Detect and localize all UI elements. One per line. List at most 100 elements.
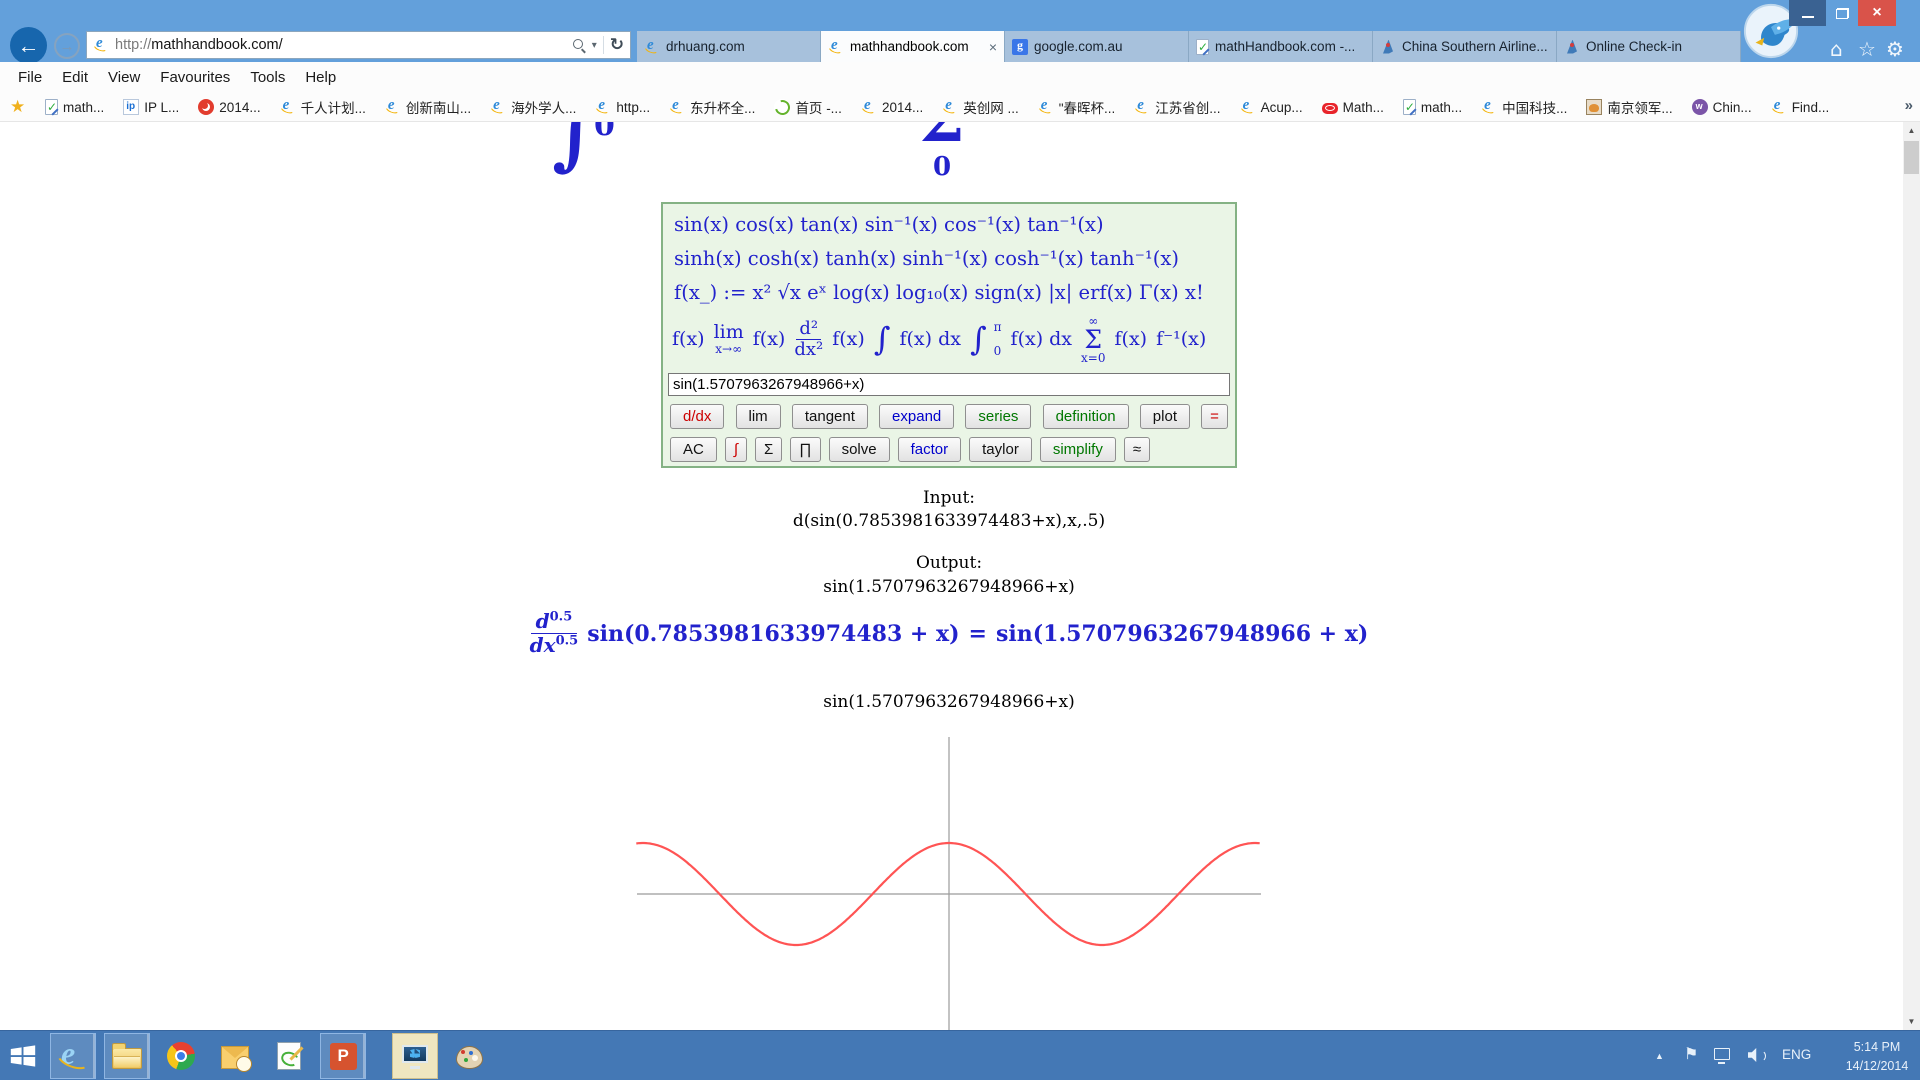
network-icon[interactable] bbox=[1714, 1048, 1730, 1060]
chevron-down-icon[interactable]: ▾ bbox=[592, 40, 597, 51]
search-icon[interactable] bbox=[573, 39, 586, 52]
taskbar-notepad-plus-plus[interactable] bbox=[266, 1033, 312, 1079]
menu-view[interactable]: View bbox=[98, 69, 150, 86]
speaker-icon[interactable] bbox=[1748, 1048, 1766, 1062]
tangent-button[interactable]: tangent bbox=[792, 404, 868, 429]
url-host: mathhandbook.com/ bbox=[151, 37, 282, 53]
airline-icon bbox=[1564, 39, 1580, 55]
address-bar[interactable]: http://mathhandbook.com/ ▾ ↻ bbox=[86, 31, 631, 59]
url-text[interactable]: http://mathhandbook.com/ bbox=[115, 37, 567, 53]
taskbar-file-explorer[interactable] bbox=[104, 1033, 150, 1079]
tab-drhuang-com[interactable]: drhuang.com bbox=[637, 31, 821, 62]
favorites-bar-item[interactable]: 江苏省创... bbox=[1134, 97, 1220, 117]
fx-term: f(x) bbox=[1115, 328, 1148, 350]
favorites-bar-item[interactable]: 英创网 ... bbox=[942, 97, 1019, 117]
menu-tools[interactable]: Tools bbox=[240, 69, 295, 86]
favorites-bar-item[interactable]: 首页 -... bbox=[774, 97, 842, 117]
expand-button[interactable]: expand bbox=[879, 404, 954, 429]
scrollbar-thumb[interactable] bbox=[1904, 141, 1919, 174]
favorites-bar-item[interactable]: 千人计划... bbox=[280, 97, 366, 117]
menu-help[interactable]: Help bbox=[295, 69, 346, 86]
favorites-bar-item[interactable]: IP L... bbox=[123, 99, 179, 115]
taskbar-powerpoint[interactable] bbox=[320, 1033, 366, 1079]
add-favorite-star-icon[interactable]: ★ bbox=[10, 99, 26, 115]
tab-china-southern[interactable]: China Southern Airline... bbox=[1373, 31, 1557, 62]
taskbar-remote-desktop[interactable] bbox=[392, 1033, 438, 1079]
menu-favourites[interactable]: Favourites bbox=[150, 69, 240, 86]
tab-mathhandbook-doc[interactable]: mathHandbook.com -... bbox=[1189, 31, 1373, 62]
taskbar-outlook[interactable] bbox=[212, 1033, 258, 1079]
integrate-button[interactable]: ∫ bbox=[725, 437, 747, 462]
favorites-star-icon[interactable]: ☆ bbox=[1858, 37, 1876, 61]
tab-mathhandbook-com[interactable]: mathhandbook.com × bbox=[821, 31, 1005, 62]
favorites-bar-item[interactable]: 海外学人... bbox=[490, 97, 576, 117]
vertical-scrollbar[interactable]: ▲ ▼ bbox=[1903, 122, 1920, 1030]
taskbar-chrome[interactable] bbox=[158, 1033, 204, 1079]
tab-google-com-au[interactable]: google.com.au bbox=[1005, 31, 1189, 62]
restore-button[interactable] bbox=[1827, 0, 1858, 26]
input-label: Input: bbox=[0, 488, 1898, 508]
back-icon: ← bbox=[18, 33, 40, 59]
output-label: Output: bbox=[0, 553, 1898, 573]
minimize-button[interactable] bbox=[1789, 0, 1826, 26]
powerpoint-icon bbox=[330, 1043, 357, 1070]
gear-icon[interactable]: ⚙ bbox=[1886, 37, 1904, 61]
taskbar-internet-explorer[interactable] bbox=[50, 1033, 96, 1079]
home-icon[interactable]: ⌂ bbox=[1830, 37, 1843, 61]
factor-button[interactable]: factor bbox=[898, 437, 962, 462]
clock[interactable]: 5:14 PM 14/12/2014 bbox=[1834, 1038, 1920, 1076]
product-button[interactable]: ∏ bbox=[790, 437, 820, 462]
language-indicator[interactable]: ENG bbox=[1782, 1047, 1811, 1062]
folder-icon bbox=[112, 1048, 142, 1069]
favorites-bar-item[interactable]: math... bbox=[45, 99, 104, 115]
lim-button[interactable]: lim bbox=[736, 404, 781, 429]
favorites-bar-item[interactable]: http... bbox=[595, 99, 650, 115]
favorites-bar-item[interactable]: Find... bbox=[1771, 99, 1830, 115]
tab-online-check-in[interactable]: Online Check-in bbox=[1557, 31, 1741, 62]
expression-input[interactable] bbox=[668, 373, 1230, 396]
definition-button[interactable]: definition bbox=[1043, 404, 1129, 429]
favorites-bar-item[interactable]: Chin... bbox=[1692, 99, 1752, 115]
browser-titlebar: ← → http://mathhandbook.com/ ▾ ↻ drhuang… bbox=[0, 0, 1920, 62]
taylor-button[interactable]: taylor bbox=[969, 437, 1032, 462]
favorites-bar-item[interactable]: 南京领军... bbox=[1586, 97, 1672, 117]
tray-overflow-icon[interactable]: ▲ bbox=[1655, 1051, 1664, 1061]
favorites-bar-item[interactable]: "春晖杯... bbox=[1038, 97, 1116, 117]
scroll-up-button[interactable]: ▲ bbox=[1903, 122, 1920, 139]
chrome-icon bbox=[167, 1042, 195, 1070]
favorites-bar-item[interactable]: Acup... bbox=[1240, 99, 1303, 115]
ddx-button[interactable]: d/dx bbox=[670, 404, 724, 429]
approx-button[interactable]: ≈ bbox=[1124, 437, 1150, 462]
paint-palette-icon bbox=[456, 1046, 483, 1069]
favorites-bar-item[interactable]: Math... bbox=[1322, 100, 1384, 115]
favorites-bar-item[interactable]: 创新南山... bbox=[385, 97, 471, 117]
sum-button[interactable]: Σ bbox=[755, 437, 782, 462]
close-button[interactable]: × bbox=[1858, 0, 1896, 26]
scroll-down-button[interactable]: ▼ bbox=[1903, 1013, 1920, 1030]
solve-button[interactable]: solve bbox=[829, 437, 890, 462]
menu-file[interactable]: File bbox=[8, 69, 52, 86]
start-button[interactable] bbox=[8, 1041, 38, 1076]
back-button[interactable]: ← bbox=[10, 27, 47, 64]
forward-button[interactable]: → bbox=[54, 33, 80, 59]
action-center-flag-icon[interactable]: ⚑ bbox=[1684, 1044, 1698, 1063]
menu-edit[interactable]: Edit bbox=[52, 69, 98, 86]
favorites-overflow-chevron[interactable]: » bbox=[1905, 97, 1913, 114]
refresh-icon[interactable]: ↻ bbox=[610, 35, 624, 55]
fx-dx-term: f(x) dx bbox=[1011, 328, 1073, 350]
favorites-bar-item[interactable]: math... bbox=[1403, 99, 1462, 115]
clipped-integral-formula: ∫ 0 bbox=[552, 122, 598, 202]
plot-button[interactable]: plot bbox=[1140, 404, 1190, 429]
equals-button[interactable]: = bbox=[1201, 404, 1228, 429]
google-icon bbox=[1012, 39, 1028, 55]
favorites-bar-item[interactable]: 2014... bbox=[861, 99, 923, 115]
favorites-bar-item[interactable]: 中国科技... bbox=[1481, 97, 1567, 117]
favorites-bar-item[interactable]: 2014... bbox=[198, 99, 260, 115]
simplify-button[interactable]: simplify bbox=[1040, 437, 1116, 462]
ac-button[interactable]: AC bbox=[670, 437, 717, 462]
favorites-bar-item[interactable]: 东升杯全... bbox=[669, 97, 755, 117]
internet-explorer-icon bbox=[56, 1039, 90, 1073]
close-icon[interactable]: × bbox=[989, 39, 997, 55]
taskbar-paint[interactable] bbox=[446, 1033, 492, 1079]
series-button[interactable]: series bbox=[965, 404, 1031, 429]
